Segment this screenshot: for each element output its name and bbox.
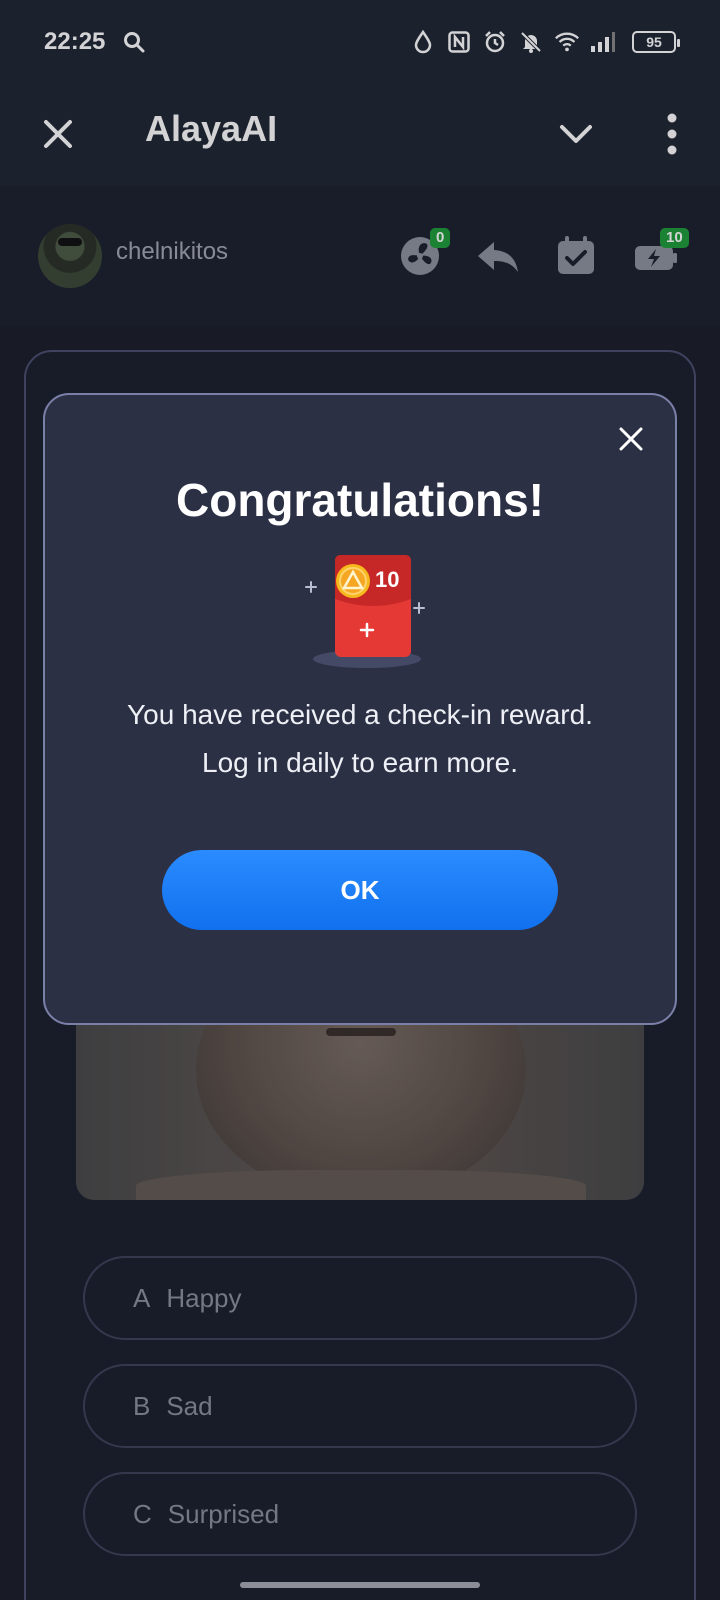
ok-button[interactable]: OK xyxy=(162,850,558,930)
dialog-message-line1: You have received a check-in reward. xyxy=(127,699,593,730)
dialog-message-line2: Log in daily to earn more. xyxy=(202,747,518,778)
reward-amount: 10 xyxy=(375,567,399,592)
screen: 22:25 95 AlayaAI chelnikitos 0 10 A Happ… xyxy=(0,0,720,1600)
reward-dialog: Congratulations! 10 You have received a … xyxy=(43,393,677,1025)
dialog-close-icon[interactable] xyxy=(613,421,649,457)
reward-envelope-icon: 10 xyxy=(301,547,431,673)
dialog-message: You have received a check-in reward. Log… xyxy=(45,691,675,787)
dialog-title: Congratulations! xyxy=(176,474,544,526)
